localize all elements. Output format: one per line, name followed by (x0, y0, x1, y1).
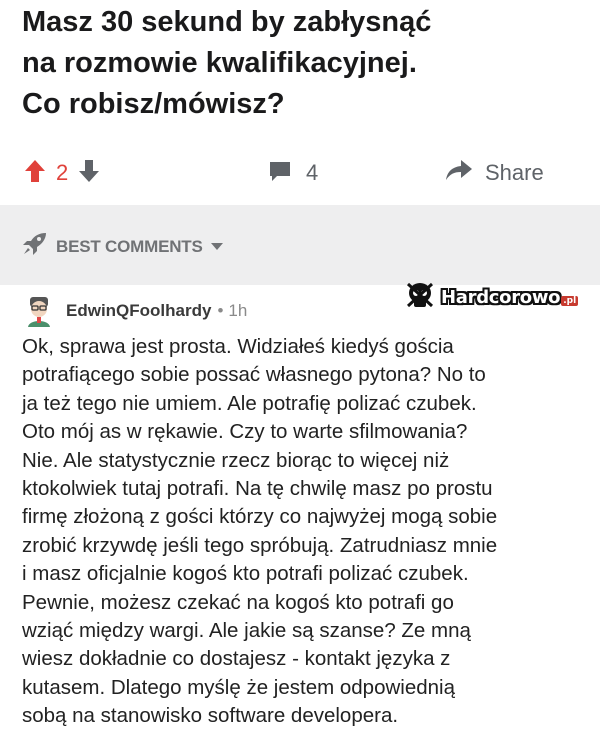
post-title-line: Masz 30 sekund by zabłysnąć (22, 6, 432, 38)
chevron-down-icon (210, 238, 223, 256)
comment-line: sobą na stanowisko software developera. (22, 704, 399, 728)
comment-body: Ok, sprawa jest prosta. Widziałeś kiedyś… (22, 333, 588, 731)
share-arrow-icon (445, 159, 473, 188)
comment-line: wziąć między wargi. Ale jakie są szanse?… (22, 619, 471, 643)
watermark-text: Hardcorowo (441, 286, 561, 308)
post-actions: 2 4 Share (0, 148, 600, 198)
avatar-icon[interactable] (22, 294, 56, 328)
comment-count: 4 (306, 160, 319, 185)
comment-line: ktokolwiek tutaj potrafi. Na tę chwilę m… (22, 477, 493, 501)
upvote-arrow-icon[interactable] (24, 159, 46, 188)
post-title: Masz 30 sekund by zabłysnąć na rozmowie … (22, 2, 582, 125)
vote-controls: 2 (24, 148, 100, 198)
comment-line: potrafiącego sobie possać własnego pyton… (22, 363, 486, 387)
post-title-line: Co robisz/mówisz? (22, 88, 285, 120)
comment-line: firmę złożoną z gości którzy co najwyżej… (22, 505, 498, 529)
share-button[interactable]: Share (445, 148, 544, 198)
comment-line: Ok, sprawa jest prosta. Widziałeś kiedyś… (22, 335, 454, 358)
comments-button[interactable]: 4 (268, 148, 318, 198)
downvote-arrow-icon[interactable] (78, 159, 100, 188)
comment-line: Nie. Ale statystycznie rzecz biorąc to w… (22, 448, 450, 472)
comment-line: kutasem. Dlatego myślę że jestem odpowie… (22, 675, 455, 699)
sort-label: BEST COMMENTS (56, 236, 203, 256)
skull-icon (405, 280, 435, 315)
watermark-suffix: .pl (561, 296, 579, 306)
comment-sort-bar: BEST COMMENTS (0, 205, 600, 285)
comment-line: wiesz dokładnie co dostajesz - kontakt j… (22, 647, 451, 671)
comment-line: Pewnie, możesz czekać na kogoś kto potra… (22, 590, 454, 614)
comment-author[interactable]: EdwinQFoolhardy (66, 301, 211, 321)
comment-line: zrobić krzywdę jeśli tego spróbują. Zatr… (22, 533, 498, 557)
watermark-logo: Hardcorowo .pl (405, 280, 595, 314)
post-title-line: na rozmowie kwalifikacyjnej. (22, 47, 417, 79)
comment-line: i masz oficjalnie kogoś kto potrafi poli… (22, 562, 469, 586)
upvote-count: 2 (56, 160, 69, 185)
comment-header: EdwinQFoolhardy • 1h (22, 294, 247, 328)
comment-bubble-icon (268, 159, 292, 188)
comment-time: 1h (228, 301, 248, 320)
meta-separator: • (217, 301, 224, 320)
rocket-icon (22, 232, 48, 261)
comment-line: Oto mój as w rękawie. Czy to warte sfilm… (22, 420, 468, 444)
sort-dropdown[interactable]: BEST COMMENTS (22, 232, 223, 261)
share-label: Share (485, 160, 544, 185)
comment-line: ja też tego nie umiem. Ale potrafię poli… (22, 391, 477, 415)
